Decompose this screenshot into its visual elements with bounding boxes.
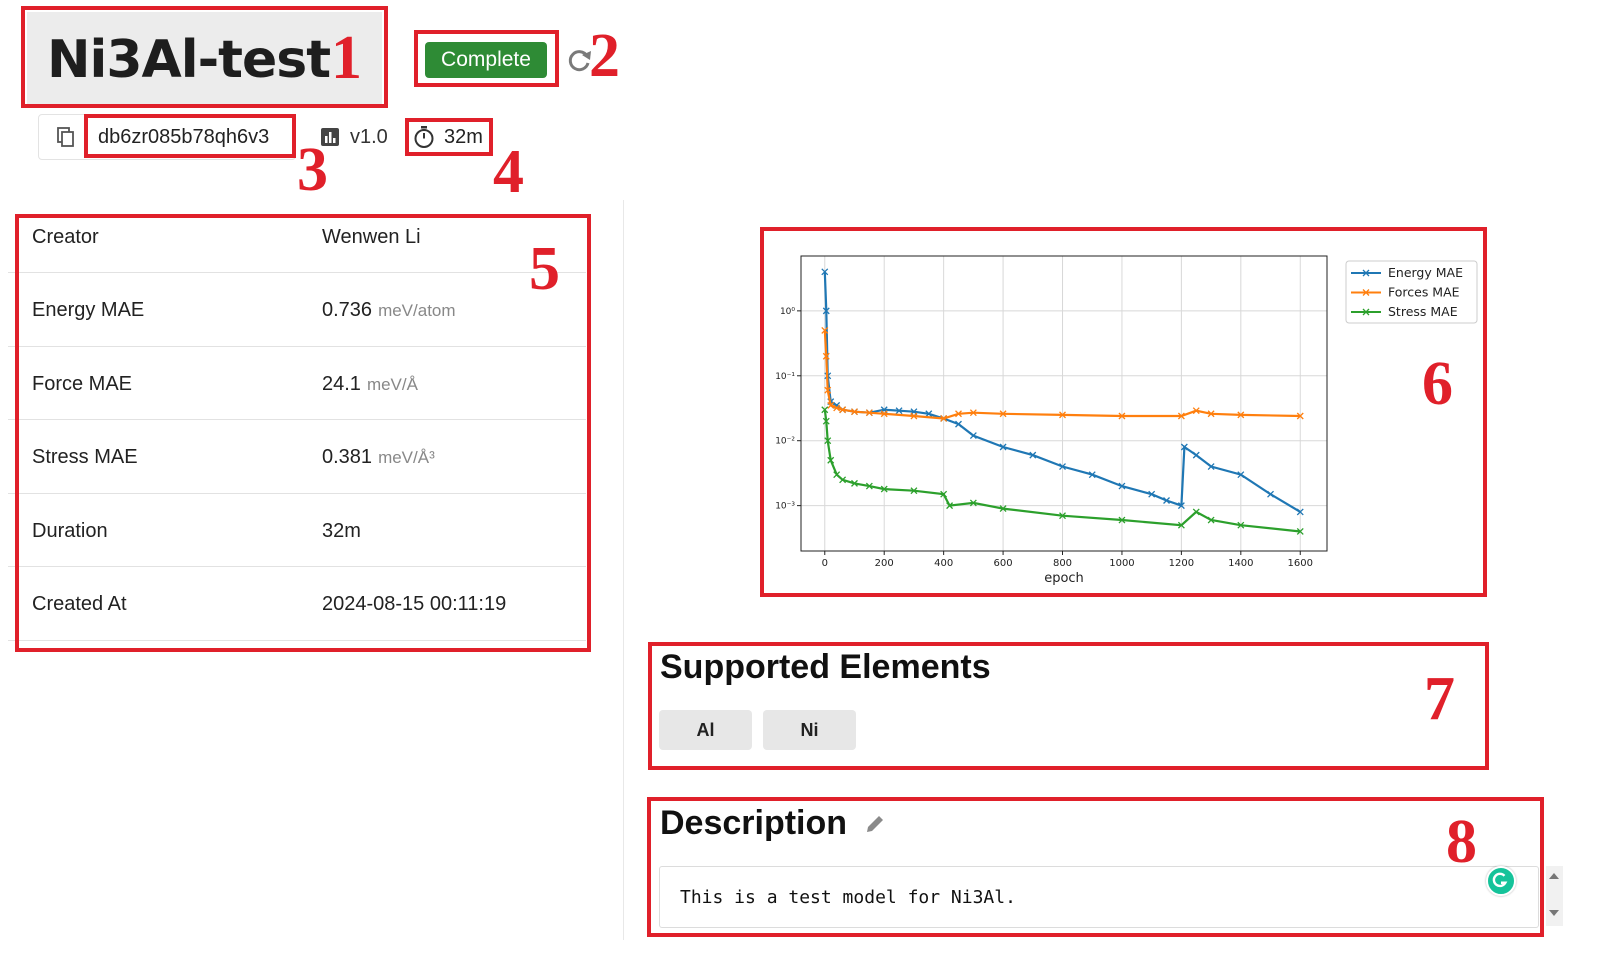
annotation-marker-3: 3 — [297, 136, 328, 204]
annotation-marker-5: 5 — [529, 235, 560, 303]
annotation-box-3 — [84, 114, 296, 158]
bar-chart-icon — [321, 128, 339, 146]
annotation-box-8 — [647, 797, 1544, 937]
annotation-marker-6: 6 — [1422, 350, 1453, 418]
annotation-box-7 — [648, 642, 1489, 770]
copy-icon[interactable] — [55, 126, 77, 148]
annotation-marker-8: 8 — [1446, 808, 1477, 876]
annotation-marker-2: 2 — [589, 22, 620, 90]
annotation-box-4 — [405, 118, 493, 156]
annotation-box-5 — [15, 214, 591, 652]
annotation-marker-4: 4 — [493, 138, 524, 206]
scroll-up-icon[interactable] — [1549, 873, 1559, 879]
scroll-down-icon[interactable] — [1549, 910, 1559, 916]
annotation-box-2 — [414, 30, 559, 87]
annotation-marker-1: 1 — [331, 24, 362, 92]
annotation-box-6 — [760, 227, 1487, 597]
column-divider — [623, 200, 624, 940]
version-label: v1.0 — [350, 126, 388, 148]
annotation-marker-7: 7 — [1424, 665, 1455, 733]
description-scrollbar[interactable] — [1546, 866, 1563, 926]
